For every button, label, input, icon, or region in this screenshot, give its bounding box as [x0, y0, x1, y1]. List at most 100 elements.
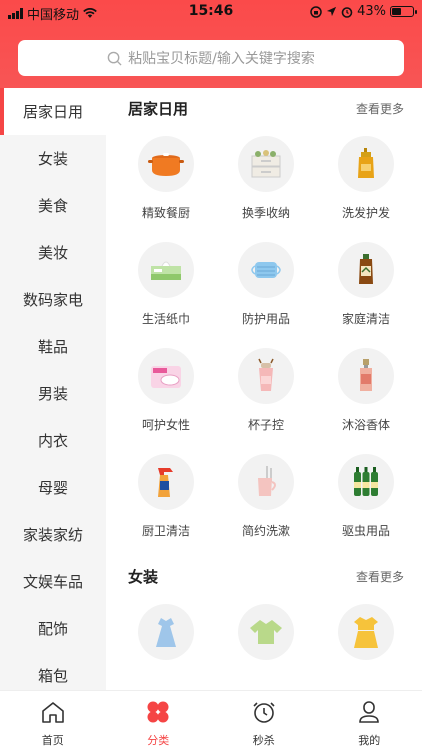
category-tile-label: 沐浴香体	[341, 418, 390, 432]
search-icon	[107, 51, 122, 66]
sidebar-item-label: 文娱车品	[22, 573, 83, 591]
storage-box-icon	[238, 136, 294, 192]
sidebar-item[interactable]: 母婴	[0, 464, 106, 511]
category-tile-label: 洗发护发	[341, 206, 390, 220]
category-tile[interactable]: 洗发护发	[316, 132, 416, 230]
blouse-icon	[238, 604, 294, 660]
clock-icon	[251, 699, 277, 728]
disinfectant-icon	[338, 242, 394, 298]
sidebar-item-label: 居家日用	[22, 103, 83, 121]
tab-clock[interactable]: 秒杀	[211, 691, 317, 750]
repellent-bottles-icon	[338, 454, 394, 510]
category-tile[interactable]: 呵护女性	[116, 344, 216, 442]
tab-label: 分类	[147, 734, 170, 747]
top-header: 中国移动 15:46 43% 粘贴宝贝标题/输入关键字搜索	[0, 0, 422, 88]
category-tile[interactable]: 精致餐厨	[116, 132, 216, 230]
sidebar-item-label: 美食	[37, 197, 68, 215]
category-tile-label: 家庭清洁	[341, 312, 390, 326]
sidebar-item[interactable]: 数码家电	[0, 276, 106, 323]
category-icon	[145, 699, 171, 728]
toothbrush-cup-icon	[238, 454, 294, 510]
section-header: 女装 查看更多	[106, 556, 422, 596]
tab-label: 我的	[358, 734, 381, 747]
category-section: 居家日用 查看更多精致餐厨 换季收纳 洗发护发生活纸巾 防护用品 家庭清洁呵护女性 杯子控 沐…	[106, 88, 422, 548]
view-more-link[interactable]: 查看更多	[356, 100, 404, 117]
category-grid	[106, 596, 422, 690]
section-header: 居家日用 查看更多	[106, 88, 422, 128]
tab-home[interactable]: 首页	[0, 691, 106, 750]
sidebar-item[interactable]: 鞋品	[0, 323, 106, 370]
skirt-set-icon	[338, 604, 394, 660]
tissue-icon	[138, 242, 194, 298]
sanitary-pad-icon	[138, 348, 194, 404]
sidebar-item[interactable]: 男装	[0, 370, 106, 417]
location-icon	[327, 6, 337, 17]
category-tile[interactable]	[216, 600, 316, 690]
category-tile-label: 厨卫清洁	[141, 524, 190, 538]
category-tile[interactable]: 家庭清洁	[316, 238, 416, 336]
category-tile[interactable]: 驱虫用品	[316, 450, 416, 548]
category-grid: 精致餐厨 换季收纳 洗发护发生活纸巾 防护用品 家庭清洁呵护女性 杯子控 沐浴香体厨卫清洁 简…	[106, 128, 422, 548]
sidebar-item-label: 男装	[37, 385, 68, 403]
sidebar-item[interactable]: 美食	[0, 182, 106, 229]
home-icon	[40, 699, 66, 728]
category-tile[interactable]: 厨卫清洁	[116, 450, 216, 548]
sidebar-item[interactable]: 女装	[0, 135, 106, 182]
sidebar-item-label: 内衣	[37, 432, 68, 450]
category-sidebar: 居家日用女装美食美妆数码家电鞋品男装内衣母婴家装家纺文娱车品配饰箱包	[0, 88, 106, 690]
category-tile-label: 防护用品	[241, 312, 290, 326]
category-tile[interactable]: 沐浴香体	[316, 344, 416, 442]
category-tile-label: 精致餐厨	[141, 206, 190, 220]
sidebar-item[interactable]: 家装家纺	[0, 511, 106, 558]
sidebar-item[interactable]: 美妆	[0, 229, 106, 276]
sidebar-item-label: 箱包	[37, 667, 68, 685]
user-icon	[356, 699, 382, 728]
category-tile-label: 生活纸巾	[141, 312, 190, 326]
section-title: 居家日用	[128, 99, 189, 118]
category-content: 居家日用 查看更多 精致餐厨 换季收纳 洗发护发 生活纸巾 防护用品 家庭清洁 呵护女性 杯子控沐…	[106, 88, 422, 690]
tab-category[interactable]: 分类	[106, 691, 212, 750]
sidebar-item-label: 鞋品	[37, 338, 68, 356]
search-bar[interactable]: 粘贴宝贝标题/输入关键字搜索	[18, 40, 404, 76]
category-tile-label: 换季收纳	[241, 206, 290, 220]
sidebar-item[interactable]: 内衣	[0, 417, 106, 464]
status-bar: 中国移动 15:46 43%	[0, 0, 422, 24]
sidebar-item-label: 家装家纺	[22, 526, 83, 544]
spray-cleaner-icon	[138, 454, 194, 510]
category-tile-label: 简约洗漱	[241, 524, 290, 538]
shampoo-icon	[338, 136, 394, 192]
mask-icon	[238, 242, 294, 298]
category-tile-label: 杯子控	[247, 418, 284, 432]
category-tile[interactable]: 防护用品	[216, 238, 316, 336]
category-tile[interactable]: 换季收纳	[216, 132, 316, 230]
sidebar-item-label: 母婴	[37, 479, 68, 497]
category-section: 女装 查看更多	[106, 556, 422, 690]
alarm-icon	[341, 6, 353, 18]
sidebar-item[interactable]: 居家日用	[0, 88, 106, 135]
category-tile[interactable]: 简约洗漱	[216, 450, 316, 548]
sidebar-item-label: 美妆	[37, 244, 68, 262]
sidebar-item-label: 女装	[37, 150, 68, 168]
search-placeholder: 粘贴宝贝标题/输入关键字搜索	[128, 51, 315, 67]
dress-icon	[138, 604, 194, 660]
category-tile-label: 驱虫用品	[341, 524, 390, 538]
category-tile[interactable]: 杯子控	[216, 344, 316, 442]
tab-user[interactable]: 我的	[317, 691, 422, 750]
category-tile[interactable]	[316, 600, 416, 690]
lock-rotation-icon	[310, 5, 322, 18]
sidebar-item-label: 数码家电	[22, 291, 83, 309]
bottom-tabbar: 首页 分类 秒杀 我的	[0, 690, 422, 750]
sidebar-item[interactable]: 箱包	[0, 652, 106, 690]
tab-label: 首页	[41, 734, 64, 747]
sidebar-item[interactable]: 文娱车品	[0, 558, 106, 605]
category-tile[interactable]	[116, 600, 216, 690]
battery-icon	[390, 6, 417, 17]
tab-label: 秒杀	[252, 734, 275, 747]
sidebar-item[interactable]: 配饰	[0, 605, 106, 652]
view-more-link[interactable]: 查看更多	[356, 568, 404, 585]
body-mist-icon	[338, 348, 394, 404]
category-tile[interactable]: 生活纸巾	[116, 238, 216, 336]
category-tile-label: 呵护女性	[141, 418, 190, 432]
sidebar-item-label: 配饰	[37, 620, 68, 638]
section-title: 女装	[128, 567, 159, 586]
